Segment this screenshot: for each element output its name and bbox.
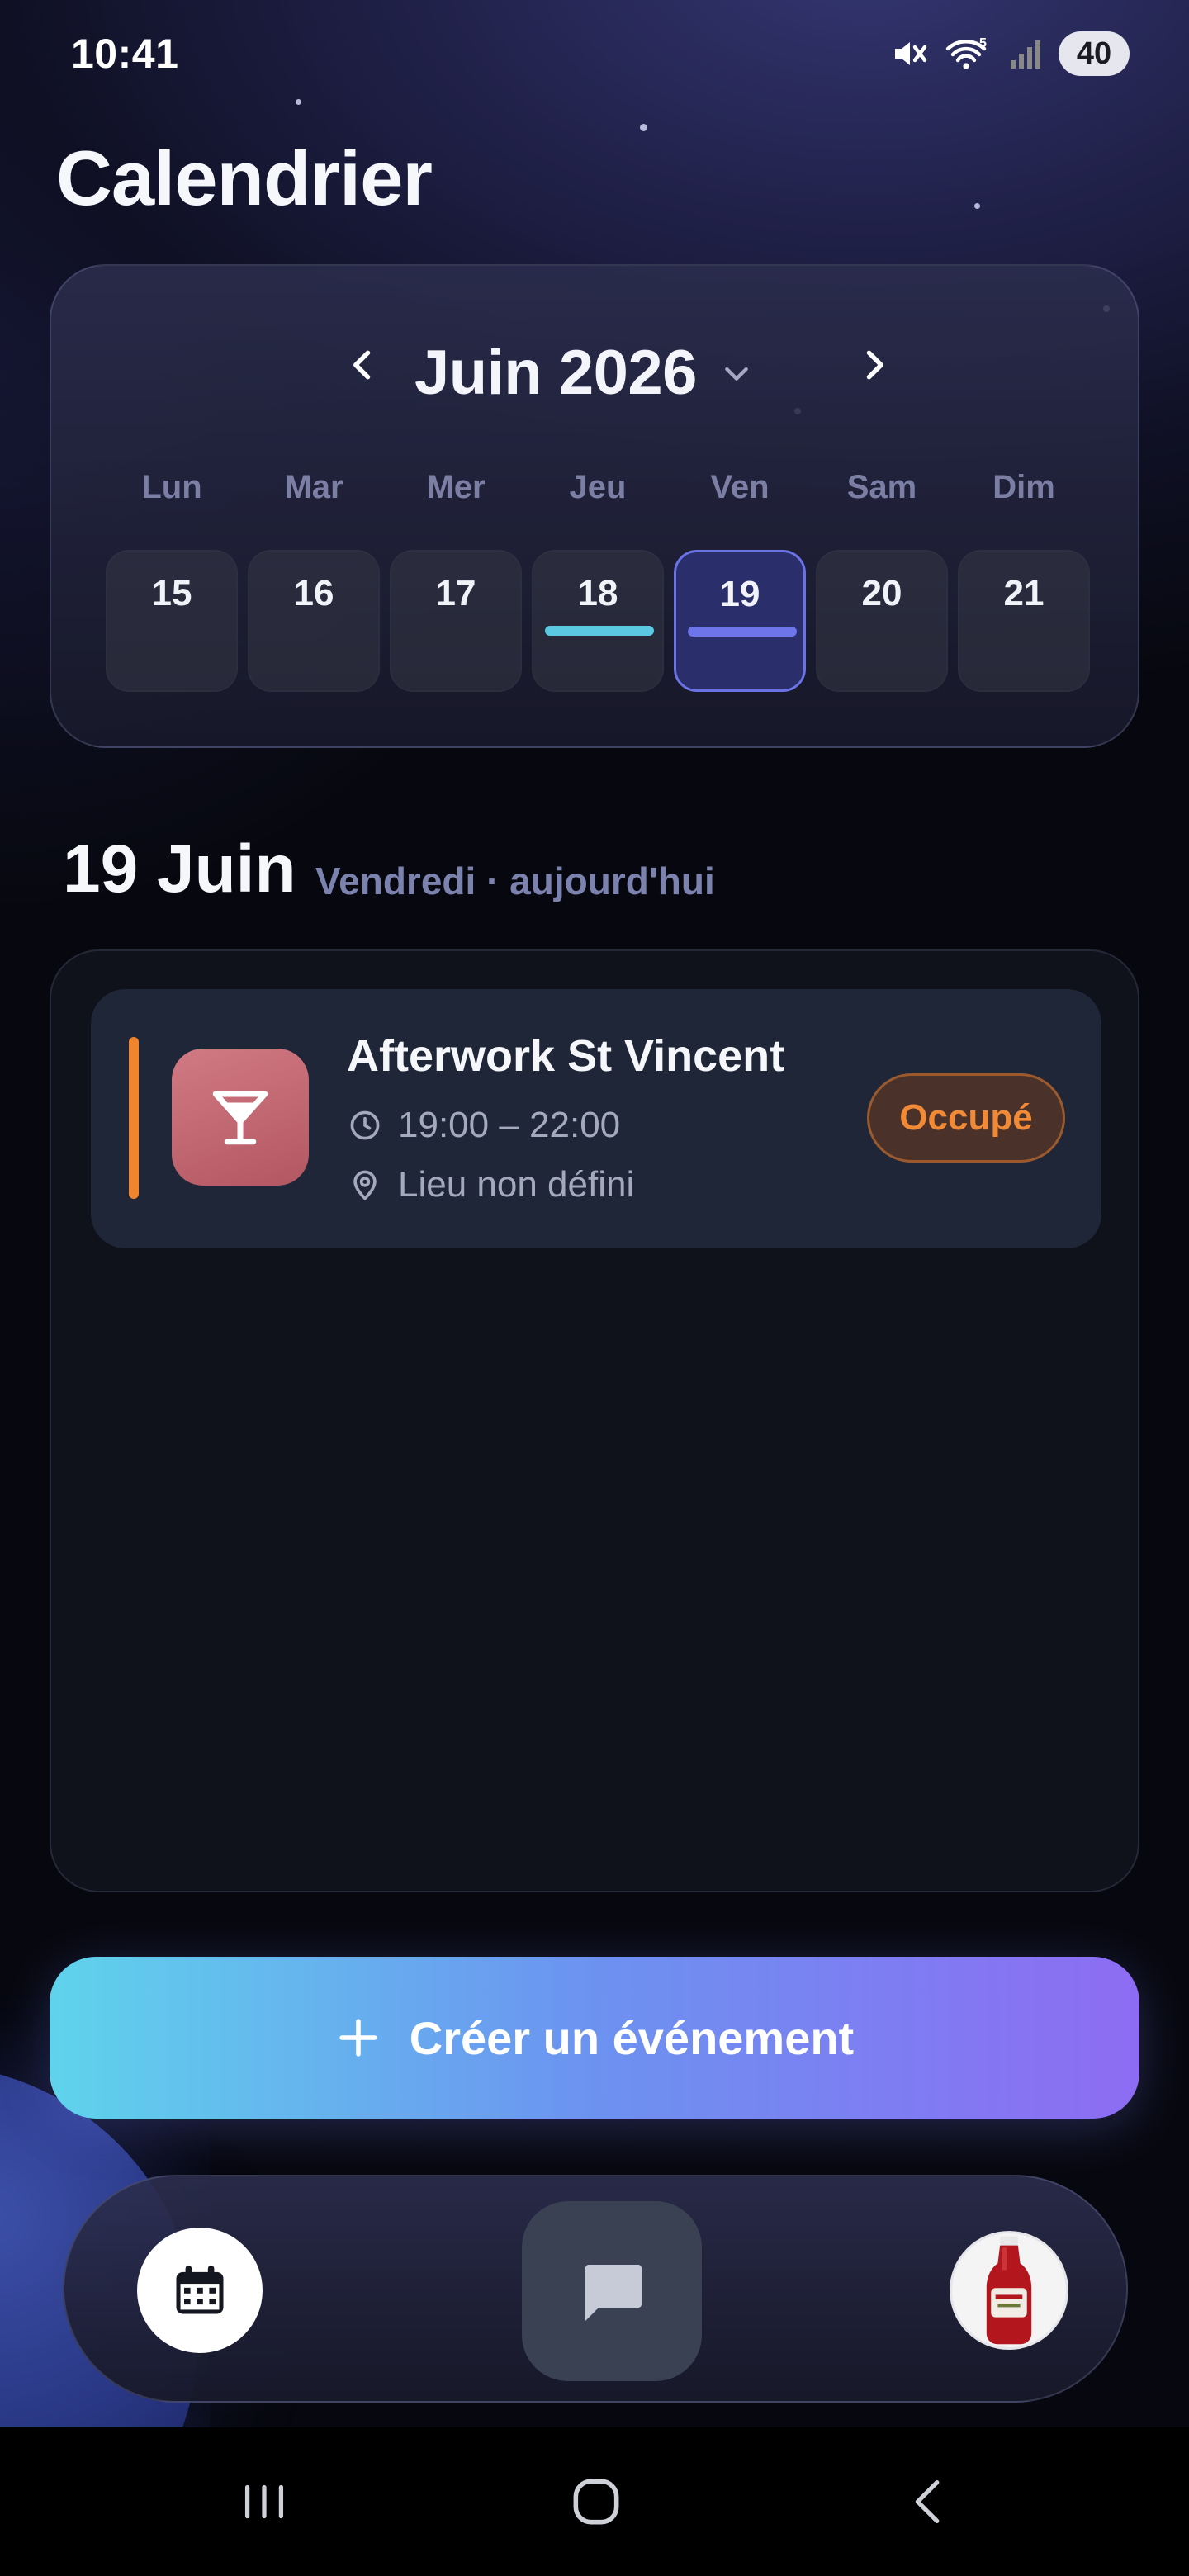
day-cell[interactable]: 20 [816, 550, 948, 692]
star [974, 203, 980, 209]
chevron-left-icon [353, 350, 371, 380]
day-cell[interactable]: 19 [674, 550, 806, 692]
back-button[interactable] [888, 2469, 971, 2535]
create-event-label: Créer un événement [409, 2011, 855, 2064]
event-title: Afterwork St Vincent [347, 1031, 785, 1081]
home-button[interactable] [555, 2469, 637, 2535]
day-number: 16 [293, 573, 334, 613]
signal-icon [1007, 36, 1044, 72]
selected-date-title: 19 Juin [63, 831, 296, 907]
bottom-navigation [63, 2175, 1128, 2403]
previous-week-button[interactable] [332, 334, 395, 396]
weekday-label: Jeu [569, 469, 627, 505]
event-card[interactable]: Afterwork St Vincent 19:00 – 22:00 Lieu … [91, 989, 1101, 1248]
event-accent-bar [129, 1037, 139, 1199]
event-location-row: Lieu non défini [347, 1164, 634, 1205]
calendar-icon [176, 2265, 224, 2314]
home-icon [573, 2479, 619, 2525]
status-bar: 10:41 5 40 [0, 0, 1189, 112]
weekday-label: Mar [284, 469, 343, 505]
event-icon-tile [172, 1049, 309, 1186]
events-panel: Afterwork St Vincent 19:00 – 22:00 Lieu … [50, 949, 1139, 1892]
nav-chat-button[interactable] [522, 2201, 702, 2381]
chevron-down-icon [725, 367, 748, 381]
day-cell[interactable]: 21 [958, 550, 1090, 692]
event-location: Lieu non défini [398, 1164, 635, 1205]
status-badge: Occupé [867, 1073, 1065, 1163]
week-days-row: 15 16 17 18 19 20 21 [106, 550, 1090, 692]
star [640, 124, 647, 131]
create-event-button[interactable]: Créer un événement [50, 1957, 1139, 2119]
day-cell[interactable]: 15 [106, 550, 238, 692]
wifi-badge: 5 [979, 36, 987, 50]
weekday-header: Lun Mar Mer Jeu Ven Sam Dim [106, 469, 1090, 506]
cocktail-icon [212, 1091, 268, 1145]
nav-calendar-button[interactable] [137, 2228, 263, 2353]
plus-icon [339, 2019, 377, 2057]
day-cell[interactable]: 16 [248, 550, 380, 692]
screen: 10:41 5 40 Calendrier Juin 2026 Lun Mar … [0, 0, 1189, 2576]
wifi-icon: 5 [945, 34, 992, 73]
battery-icon: 40 [1059, 31, 1130, 76]
month-navigation: Juin 2026 [51, 315, 1141, 414]
day-number: 19 [719, 574, 760, 614]
profile-avatar[interactable] [950, 2231, 1068, 2350]
month-label: Juin 2026 [414, 338, 697, 408]
day-number: 17 [435, 573, 476, 613]
weekday-label: Mer [426, 469, 486, 505]
event-time-row: 19:00 – 22:00 [347, 1105, 620, 1146]
calendar-card: Juin 2026 Lun Mar Mer Jeu Ven Sam Dim 15… [50, 264, 1141, 1020]
selected-date-subtitle: Vendredi · aujourd'hui [315, 859, 715, 902]
day-number: 21 [1003, 573, 1045, 613]
back-icon [915, 2480, 940, 2523]
status-time: 10:41 [71, 31, 179, 77]
event-marker-bar [688, 627, 797, 637]
status-icons: 5 40 [890, 31, 1130, 76]
day-cell[interactable]: 17 [390, 550, 522, 692]
recent-apps-icon [244, 2484, 284, 2519]
clock-icon [350, 1110, 380, 1140]
day-number: 18 [577, 573, 618, 613]
ketchup-bottle-avatar-icon [986, 2236, 1032, 2345]
day-number: 20 [861, 573, 902, 613]
month-picker[interactable]: Juin 2026 [414, 337, 753, 409]
location-pin-icon [353, 1170, 377, 1201]
weekday-label: Lun [141, 469, 202, 505]
chevron-right-icon [866, 350, 883, 380]
event-time: 19:00 – 22:00 [398, 1105, 621, 1145]
weekday-label: Dim [992, 469, 1055, 505]
event-marker-bar [545, 626, 654, 636]
page-title: Calendrier [56, 135, 433, 221]
chat-icon [585, 2265, 642, 2321]
day-cell[interactable]: 18 [532, 550, 664, 692]
next-week-button[interactable] [842, 334, 905, 396]
weekday-label: Sam [846, 469, 917, 505]
weekday-label: Ven [710, 469, 770, 505]
day-number: 15 [151, 573, 192, 613]
recent-apps-button[interactable] [223, 2469, 306, 2535]
system-navigation-bar [0, 2427, 1189, 2576]
mute-icon [890, 34, 930, 73]
